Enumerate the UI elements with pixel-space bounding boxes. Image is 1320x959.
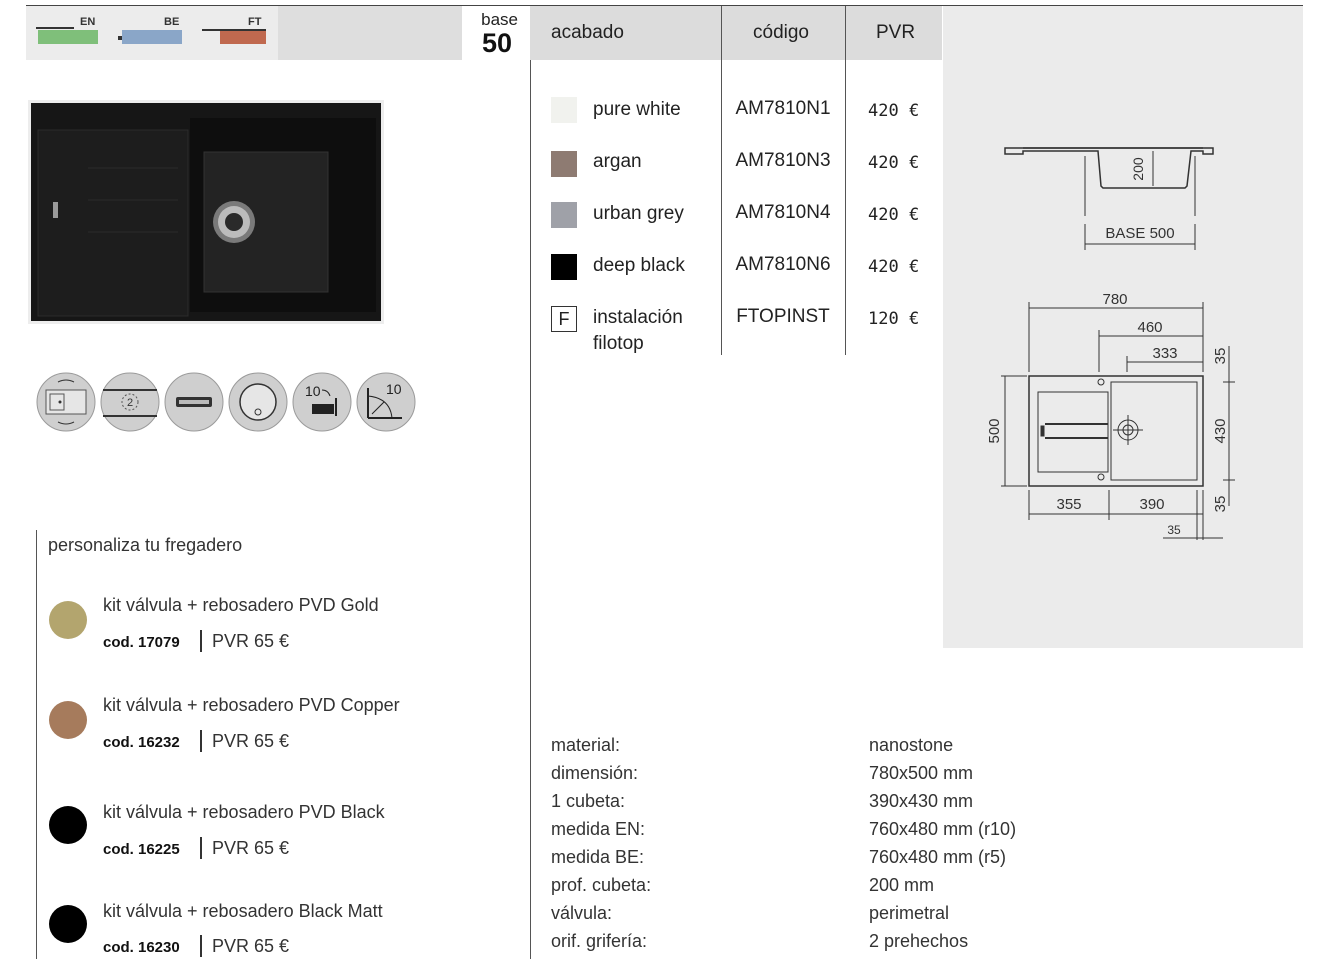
spec-label: válvula: <box>551 903 613 923</box>
dim-right-margin: 35 <box>1167 523 1181 537</box>
dim-bottom-margin: 35 <box>1212 496 1229 513</box>
copper-swatch <box>49 701 87 739</box>
base-value: 50 <box>481 28 512 58</box>
swatch-argan <box>551 151 577 177</box>
accessory-name: kit válvula + rebosadero PVD Black <box>103 802 385 822</box>
column-divider-main <box>530 60 531 959</box>
sink-photo <box>28 100 384 324</box>
accessory-code: cod. 16225 <box>103 841 180 858</box>
reversible-icon <box>36 372 96 432</box>
product-code: AM7810N4 <box>735 202 831 223</box>
finish-name: deep black <box>593 255 685 276</box>
column-header-price: PVR <box>876 22 916 43</box>
swatch-deep-black <box>551 254 577 280</box>
round-valve-icon <box>228 372 288 432</box>
radius-10-icon: 10 <box>292 372 352 432</box>
dim-top-margin: 35 <box>1212 348 1229 365</box>
section-view: BASE 500 200 <box>1004 147 1214 250</box>
column-header-finish: acabado <box>551 22 624 43</box>
spec-value: 760x480 mm (r10) <box>869 819 1017 839</box>
product-code: AM7810N1 <box>735 98 831 119</box>
separator <box>200 730 202 752</box>
product-price: 420 € <box>868 101 920 121</box>
piador-icon <box>164 372 224 432</box>
accessory-price: PVR 65 € <box>212 936 290 956</box>
accessories-divider <box>36 530 37 959</box>
spec-value: perimetral <box>869 903 950 923</box>
dim-left-part: 355 <box>1056 496 1081 513</box>
gold-swatch <box>49 601 87 639</box>
spec-value: 200 mm <box>869 875 935 895</box>
accessory-code: cod. 16232 <box>103 734 180 751</box>
corner-radius-10-icon: 10 <box>356 372 416 432</box>
svg-text:2: 2 <box>127 397 133 409</box>
base-size-box: base 50 <box>462 6 530 60</box>
spec-label: medida EN: <box>551 819 646 839</box>
filotop-marker: F <box>551 306 577 332</box>
plan-view: 780 460 333 500 35 430 35 355 390 35 <box>986 291 1235 540</box>
finish-name: argan <box>593 151 642 172</box>
separator <box>200 837 202 859</box>
accessory-price: PVR 65 € <box>212 731 290 751</box>
product-price: 420 € <box>868 257 920 277</box>
dim-bowl-part: 390 <box>1139 496 1164 513</box>
technical-drawing-panel: BASE 500 200 780 460 333 500 35 430 35 3… <box>943 6 1303 648</box>
spec-value: 390x430 mm <box>869 791 974 811</box>
mount-ft-icon: FT <box>202 14 268 48</box>
svg-text:10: 10 <box>386 381 402 397</box>
dim-bowl-depth: 430 <box>1212 418 1229 443</box>
column-divider <box>845 6 846 355</box>
finish-name: pure white <box>593 99 681 120</box>
spec-value: 780x500 mm <box>869 763 974 783</box>
column-header-code: código <box>753 22 809 43</box>
mount-be-icon: BE <box>118 14 184 48</box>
dim-total-width: 780 <box>1102 291 1127 308</box>
spec-label: material: <box>551 735 621 755</box>
spec-label: medida BE: <box>551 847 645 867</box>
svg-text:BE: BE <box>164 16 179 28</box>
dim-bowl-outer: 460 <box>1137 319 1162 336</box>
accessory-price: PVR 65 € <box>212 838 290 858</box>
spec-label: orif. grifería: <box>551 931 648 951</box>
separator <box>200 630 202 652</box>
base-label: base <box>481 10 518 29</box>
column-divider <box>721 6 722 355</box>
section-depth-label: 200 <box>1130 157 1146 181</box>
spec-label: dimensión: <box>551 763 639 783</box>
product-price: 420 € <box>868 205 920 225</box>
accessory-price: PVR 65 € <box>212 631 290 651</box>
finish-name: instalación <box>593 307 683 328</box>
section-base-label: BASE 500 <box>1105 225 1174 242</box>
product-price: 420 € <box>868 153 920 173</box>
swatch-urban-grey <box>551 202 577 228</box>
black-matt-swatch <box>49 905 87 943</box>
two-holes-icon: 2 <box>100 372 160 432</box>
accessory-code: cod. 17079 <box>103 634 180 651</box>
finish-name-line2: filotop <box>593 333 644 354</box>
svg-text:EN: EN <box>80 16 95 28</box>
separator <box>200 935 202 957</box>
spec-label: 1 cubeta: <box>551 791 626 811</box>
spec-value: nanostone <box>869 735 954 755</box>
spec-label: prof. cubeta: <box>551 875 652 895</box>
dim-depth: 500 <box>986 418 1003 443</box>
mount-en-icon: EN <box>34 14 100 48</box>
dim-bowl-width: 333 <box>1152 345 1177 362</box>
product-code: AM7810N3 <box>735 150 831 171</box>
accessory-code: cod. 16230 <box>103 939 180 956</box>
product-code: FTOPINST <box>736 306 830 327</box>
accessory-name: kit válvula + rebosadero Black Matt <box>103 901 383 921</box>
spec-value: 2 prehechos <box>869 931 969 951</box>
svg-text:10: 10 <box>305 383 321 399</box>
swatch-pure-white <box>551 97 577 123</box>
spec-value: 760x480 mm (r5) <box>869 847 1007 867</box>
accessory-name: kit válvula + rebosadero PVD Gold <box>103 595 379 615</box>
product-price: 120 € <box>868 309 920 329</box>
product-code: AM7810N6 <box>735 254 831 275</box>
finish-name: urban grey <box>593 203 684 224</box>
black-swatch <box>49 806 87 844</box>
svg-text:FT: FT <box>248 16 262 28</box>
accessory-name: kit válvula + rebosadero PVD Copper <box>103 695 400 715</box>
accessories-title: personaliza tu fregadero <box>48 535 243 555</box>
